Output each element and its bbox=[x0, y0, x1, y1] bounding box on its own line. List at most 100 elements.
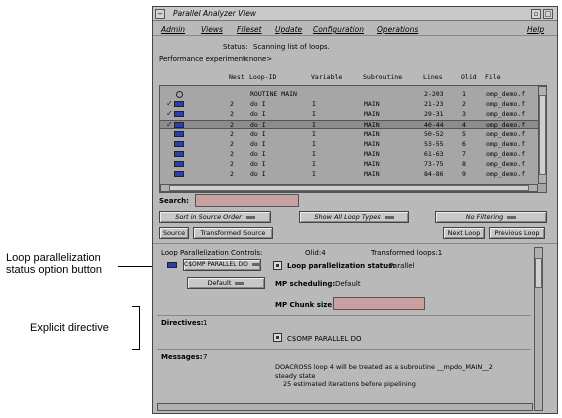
cell-file: omp_demo.f bbox=[486, 150, 526, 158]
cell-lines: 40-44 bbox=[424, 121, 444, 129]
directive-item: C$OMP PARALLEL DO bbox=[287, 335, 362, 343]
cell-lines: 29-31 bbox=[424, 110, 444, 118]
table-row[interactable]: 2 do I I MAIN 61-63 7 omp_demo.f bbox=[160, 150, 538, 159]
loop-icon bbox=[174, 122, 184, 128]
option-indicator-icon bbox=[384, 215, 394, 219]
cell-olid: 2 bbox=[462, 100, 466, 108]
perf-value: <none> bbox=[243, 55, 273, 63]
menu-bar: Admin Views Fileset Update Configuration… bbox=[153, 22, 557, 36]
mp-chunk-input[interactable] bbox=[333, 297, 425, 310]
controls-horizontal-scrollbar[interactable] bbox=[157, 403, 533, 411]
parallel-analyzer-window: − Parallel Analyzer View ▫ □ Admin Views… bbox=[152, 6, 558, 414]
controls-scroll-thumb[interactable] bbox=[535, 258, 542, 288]
controls-vertical-scrollbar[interactable] bbox=[534, 247, 543, 411]
cell-file: omp_demo.f bbox=[486, 110, 526, 118]
cell-file: omp_demo.f bbox=[486, 90, 526, 98]
menu-operations[interactable]: Operations bbox=[377, 25, 418, 34]
mp-scheduling-option-button[interactable]: Default bbox=[187, 277, 265, 289]
cell-nest: 2 bbox=[230, 160, 234, 168]
cell-var: I bbox=[312, 170, 316, 178]
menu-admin[interactable]: Admin bbox=[161, 25, 185, 34]
cell-nest: 2 bbox=[230, 150, 234, 158]
minimize-icon[interactable]: ▫ bbox=[531, 9, 541, 19]
cell-var: I bbox=[312, 110, 316, 118]
cell-nest: 2 bbox=[230, 140, 234, 148]
mp-scheduling-value: Default bbox=[335, 280, 361, 288]
loop-parallelization-option-button[interactable]: C$OMP PARALLEL DO bbox=[183, 259, 261, 271]
window-menu-icon[interactable]: − bbox=[155, 9, 165, 19]
cell-nest: 2 bbox=[230, 121, 234, 129]
cell-file: omp_demo.f bbox=[486, 130, 526, 138]
col-variable: Variable bbox=[311, 73, 343, 81]
col-nest: Nest bbox=[229, 73, 245, 81]
previous-loop-button[interactable]: Previous Loop bbox=[489, 227, 545, 239]
cell-olid: 9 bbox=[462, 170, 466, 178]
annotation-line-1: Loop parallelization bbox=[6, 252, 101, 264]
table-row[interactable]: ✓ 2 do I I MAIN 29-31 3 omp_demo.f bbox=[160, 109, 538, 119]
cell-sub: MAIN bbox=[364, 150, 380, 158]
table-row[interactable]: 2 do I I MAIN 50-52 5 omp_demo.f bbox=[160, 130, 538, 139]
option-indicator-icon bbox=[507, 215, 517, 219]
list-horizontal-scrollbar[interactable] bbox=[160, 184, 538, 192]
list-scroll-thumb[interactable] bbox=[539, 95, 546, 175]
menu-help[interactable]: Help bbox=[527, 25, 544, 34]
menu-configuration[interactable]: Configuration bbox=[313, 25, 364, 34]
mp-chunk-label: MP Chunk size: bbox=[275, 301, 335, 309]
cell-var: I bbox=[312, 130, 316, 138]
annotation-line-2: status option button bbox=[6, 264, 103, 276]
status-value: Scanning list of loops. bbox=[253, 43, 330, 51]
cell-sub: MAIN bbox=[364, 121, 380, 129]
col-file: File bbox=[485, 73, 501, 81]
search-input[interactable] bbox=[195, 194, 299, 207]
status-field-value: Parallel bbox=[389, 262, 415, 270]
table-row[interactable]: 2 do I I MAIN 73-75 8 omp_demo.f bbox=[160, 160, 538, 169]
loop-types-option-button[interactable]: Show All Loop Types bbox=[299, 211, 409, 223]
loop-icon bbox=[174, 131, 184, 137]
annotation-loop-status-label: Loop parallelization status option butto… bbox=[6, 252, 102, 276]
maximize-icon[interactable]: □ bbox=[543, 9, 553, 19]
cell-lines: 61-63 bbox=[424, 150, 444, 158]
table-row[interactable]: ✓ 2 do I I MAIN 21-23 2 omp_demo.f bbox=[160, 99, 538, 109]
filtering-option-button[interactable]: No Filtering bbox=[435, 211, 547, 223]
cell-loop: do I bbox=[250, 121, 266, 129]
annotation-bracket bbox=[132, 306, 140, 350]
menu-views[interactable]: Views bbox=[201, 25, 223, 34]
search-label: Search: bbox=[159, 197, 189, 205]
list-hscroll-thumb[interactable] bbox=[169, 185, 529, 191]
table-row[interactable]: 2 do I I MAIN 53-55 6 omp_demo.f bbox=[160, 140, 538, 149]
messages-label: Messages: bbox=[161, 353, 203, 361]
controls-transformed: Transformed loops:1 bbox=[371, 249, 443, 257]
source-button[interactable]: Source bbox=[159, 227, 189, 239]
list-vertical-scrollbar[interactable] bbox=[538, 86, 547, 184]
table-row[interactable]: 2 do I I MAIN 84-86 9 omp_demo.f bbox=[160, 170, 538, 179]
cell-file: omp_demo.f bbox=[486, 121, 526, 129]
status-field-label: Loop parallelization status: bbox=[287, 262, 396, 270]
cell-loop: do I bbox=[250, 130, 266, 138]
option-indicator-icon bbox=[235, 281, 245, 285]
messages-divider bbox=[157, 349, 531, 350]
routine-icon bbox=[176, 91, 183, 98]
menu-update[interactable]: Update bbox=[275, 25, 302, 34]
cell-loop: do I bbox=[250, 160, 266, 168]
loop-icon bbox=[174, 151, 184, 157]
menu-fileset[interactable]: Fileset bbox=[237, 25, 262, 34]
loop-icon bbox=[174, 171, 184, 177]
loop-list[interactable]: ROUTINE MAIN 2-203 1 omp_demo.f ✓ 2 do I I MAIN 2… bbox=[159, 85, 547, 193]
sort-option-button[interactable]: Sort in Source Order bbox=[159, 211, 271, 223]
table-row[interactable]: ROUTINE MAIN 2-203 1 omp_demo.f bbox=[160, 90, 538, 99]
next-loop-button[interactable]: Next Loop bbox=[443, 227, 485, 239]
check-icon: ✓ bbox=[166, 99, 173, 108]
cell-sub: MAIN bbox=[364, 100, 380, 108]
title-bar: − Parallel Analyzer View ▫ □ bbox=[153, 7, 557, 21]
cell-loop: do I bbox=[250, 140, 266, 148]
directive-icon[interactable] bbox=[273, 333, 282, 342]
transformed-source-button[interactable]: Transformed Source bbox=[193, 227, 273, 239]
cell-sub: MAIN bbox=[364, 170, 380, 178]
annotation-explicit-directive: Explicit directive bbox=[30, 322, 109, 334]
check-icon: ✓ bbox=[166, 109, 173, 118]
directives-label: Directives: bbox=[161, 319, 204, 327]
perf-label: Performance experiment: bbox=[159, 55, 249, 63]
table-row[interactable]: ✓ 2 do I I MAIN 40-44 4 omp_demo.f bbox=[160, 120, 538, 129]
cell-nest: 2 bbox=[230, 110, 234, 118]
cell-var: I bbox=[312, 121, 316, 129]
